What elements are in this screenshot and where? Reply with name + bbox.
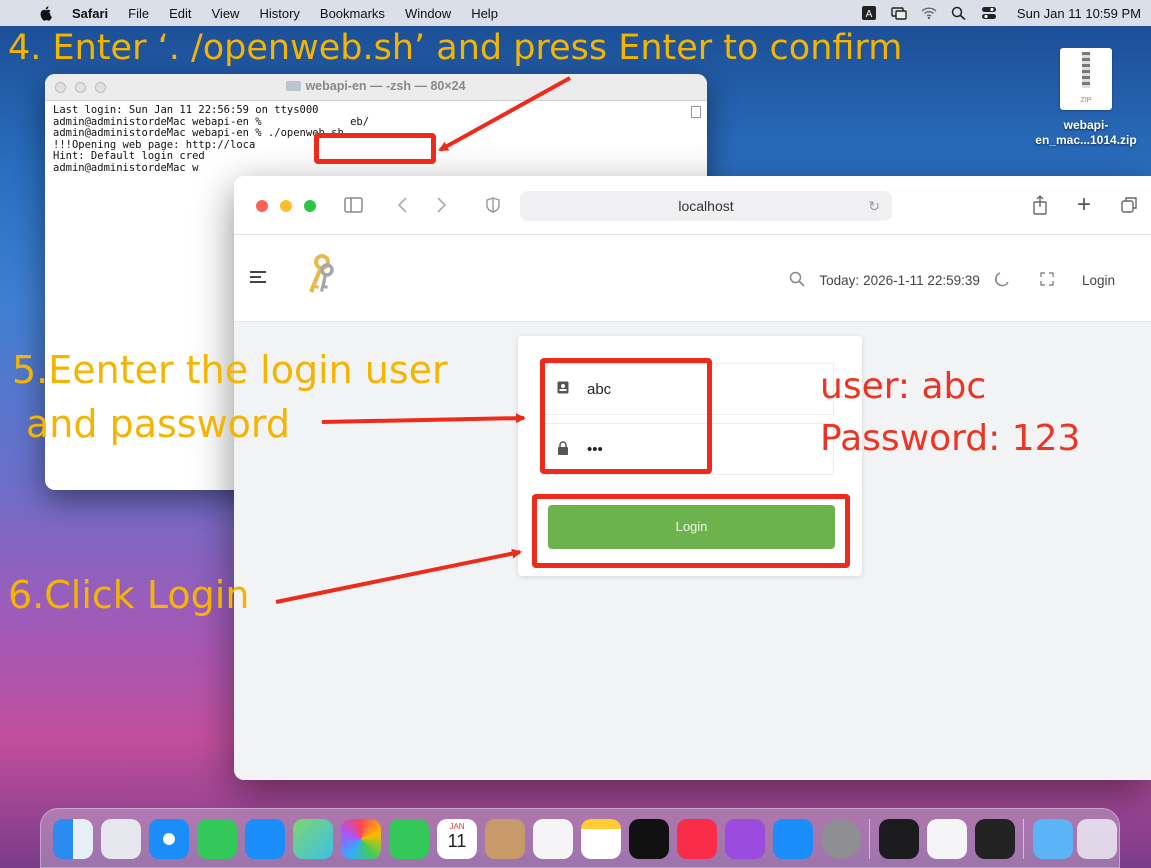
step5-arrow — [321, 413, 526, 424]
dock-separator — [869, 819, 870, 859]
maps-icon[interactable] — [293, 819, 333, 859]
launchpad-icon[interactable] — [101, 819, 141, 859]
credentials-password-note: Password: 123 — [820, 418, 1081, 459]
system-preferences-icon[interactable] — [821, 819, 861, 859]
notes-icon[interactable] — [581, 819, 621, 859]
safari-icon[interactable] — [149, 819, 189, 859]
calendar-icon[interactable]: JAN 11 — [437, 819, 477, 859]
credentials-user-note: user: abc — [820, 366, 987, 407]
step6-instruction: 6.Click Login — [8, 573, 250, 617]
terminal-icon[interactable] — [879, 819, 919, 859]
trash-icon[interactable] — [1077, 819, 1117, 859]
dock: JAN 11 — [40, 808, 1120, 868]
step4-arrow — [438, 76, 571, 152]
textedit-icon[interactable] — [927, 819, 967, 859]
photos-icon[interactable] — [341, 819, 381, 859]
facetime-icon[interactable] — [389, 819, 429, 859]
step5-instruction-line1: 5.Eenter the login user — [12, 348, 448, 392]
contacts-icon[interactable] — [485, 819, 525, 859]
step6-arrow — [275, 548, 522, 604]
messages-icon[interactable] — [197, 819, 237, 859]
downloads-folder-icon[interactable] — [1033, 819, 1073, 859]
step5-instruction-line2: and password — [26, 402, 290, 446]
finder-icon[interactable] — [53, 819, 93, 859]
step4-instruction: 4. Enter ‘. /openweb.sh’ and press Enter… — [8, 28, 903, 68]
music-icon[interactable] — [677, 819, 717, 859]
app-store-icon[interactable] — [773, 819, 813, 859]
reminders-icon[interactable] — [533, 819, 573, 859]
podcasts-icon[interactable] — [725, 819, 765, 859]
dock-separator — [1023, 819, 1024, 859]
tv-icon[interactable] — [629, 819, 669, 859]
console-icon[interactable] — [975, 819, 1015, 859]
mail-icon[interactable] — [245, 819, 285, 859]
